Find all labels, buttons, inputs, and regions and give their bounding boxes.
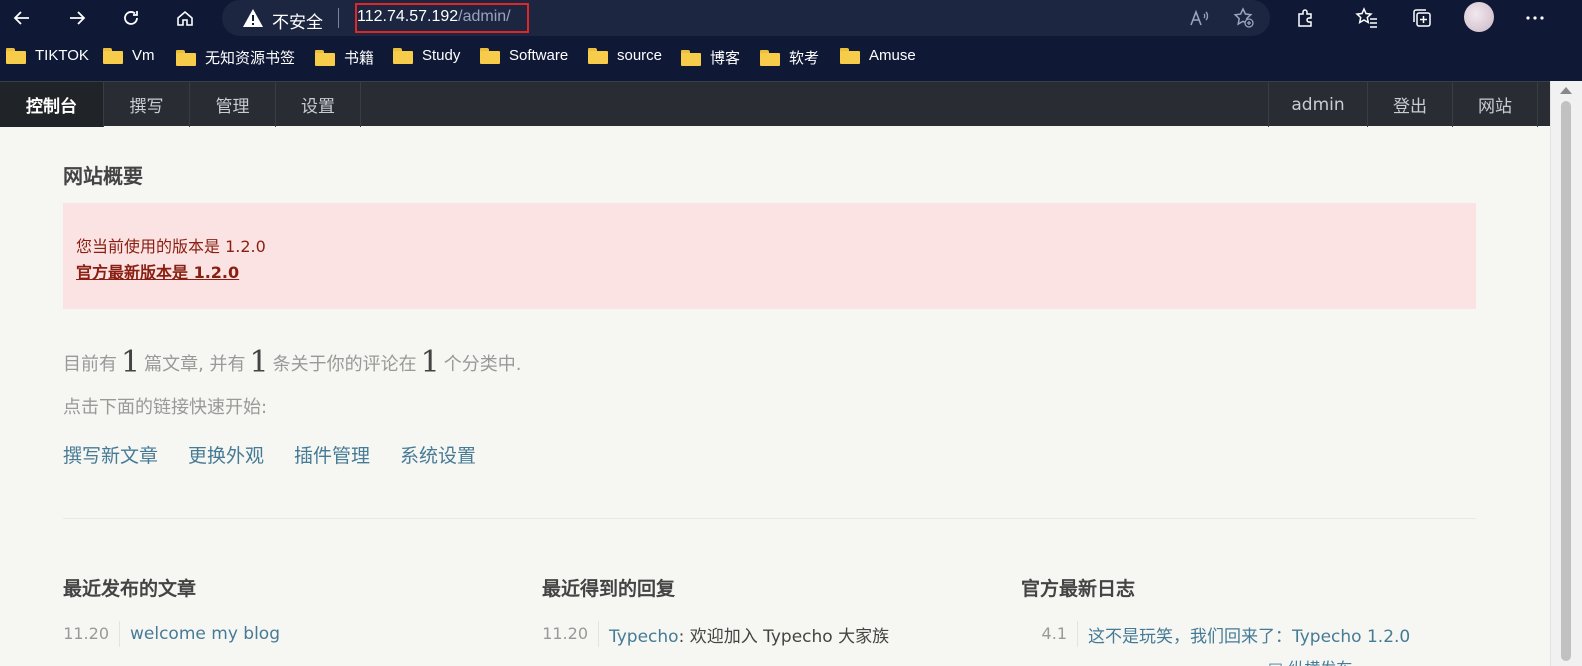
- folder-icon: [393, 47, 413, 64]
- folder-icon: [588, 47, 608, 64]
- reply-text[interactable]: : 欢迎加入 Typecho 大家族: [679, 627, 890, 647]
- post-link[interactable]: welcome my blog: [120, 624, 280, 644]
- bookmark-label: Vm: [132, 47, 155, 64]
- nav-write[interactable]: 撰写: [104, 82, 190, 127]
- latest-version-link[interactable]: 官方最新版本是 1.2.0: [76, 259, 239, 283]
- folder-icon: [6, 47, 26, 64]
- bookmark-label: 书籍: [344, 50, 375, 67]
- link-plugin-manage[interactable]: 插件管理: [294, 441, 370, 468]
- bookmark-label: 无知资源书签: [205, 50, 296, 67]
- current-version-text: 您当前使用的版本是 1.2.0: [76, 237, 266, 256]
- log-link[interactable]: 这不是玩笑，我们回来了：Typecho 1.2.0: [1078, 622, 1410, 647]
- quick-links: 撰写新文章 更换外观 插件管理 系统设置: [63, 441, 476, 468]
- site-stats: 目前有 1 篇文章, 并有 1 条关于你的评论在 1 个分类中.: [63, 345, 521, 380]
- scroll-up-arrow-icon[interactable]: [1560, 87, 1572, 94]
- categories-count: 1: [420, 345, 440, 380]
- bookmark-folder[interactable]: Software: [480, 47, 568, 64]
- folder-icon: [681, 49, 701, 66]
- bookmark-folder[interactable]: source: [588, 47, 662, 64]
- back-button[interactable]: [6, 2, 38, 34]
- comments-unit: 条关于你的评论在: [272, 354, 417, 375]
- comments-count: 1: [249, 345, 269, 380]
- profile-avatar[interactable]: [1464, 2, 1494, 32]
- add-favorite-icon[interactable]: [1232, 6, 1256, 30]
- quick-start-hint: 点击下面的链接快速开始:: [63, 397, 268, 418]
- folder-icon: [176, 49, 196, 66]
- folder-icon: [103, 47, 123, 64]
- bookmark-folder[interactable]: Amuse: [840, 47, 916, 64]
- admin-nav: 控制台 撰写 管理 设置 admin 登出 网站: [0, 81, 1550, 127]
- warning-icon[interactable]: [242, 7, 264, 29]
- nav-website[interactable]: 网站: [1452, 82, 1538, 127]
- folder-icon: [760, 49, 780, 66]
- refresh-icon: [124, 11, 138, 25]
- list-item: 4.1 这不是玩笑，我们回来了：Typecho 1.2.0: [1021, 621, 1410, 647]
- bookmark-label: TIKTOK: [35, 47, 89, 64]
- security-label[interactable]: 不安全: [272, 8, 323, 33]
- bookmark-folder[interactable]: 无知资源书签: [176, 47, 295, 68]
- bookmark-label: 博客: [710, 50, 741, 67]
- nav-settings[interactable]: 设置: [276, 82, 361, 127]
- bookmark-label: Study: [422, 47, 461, 64]
- link-change-theme[interactable]: 更换外观: [188, 441, 264, 468]
- forward-button[interactable]: [61, 2, 93, 34]
- browser-chrome: 不安全 112.74.57.192/admin/ TIKTOK Vm 无知资源书…: [0, 0, 1582, 81]
- page-scrollbar[interactable]: [1550, 81, 1582, 666]
- home-icon: [177, 10, 193, 26]
- forward-arrow-icon: [70, 11, 86, 25]
- bookmark-folder[interactable]: 软考: [760, 47, 819, 68]
- bookmark-label: Software: [509, 47, 569, 64]
- folder-icon: [315, 49, 335, 66]
- bookmark-folder[interactable]: 博客: [681, 47, 740, 68]
- refresh-button[interactable]: [115, 2, 147, 34]
- link-system-settings[interactable]: 系统设置: [400, 441, 476, 468]
- official-log-title: 官方最新日志: [1021, 578, 1136, 600]
- stats-prefix: 目前有: [63, 354, 117, 375]
- bookmark-folder[interactable]: Vm: [103, 47, 155, 64]
- folder-icon: [480, 47, 500, 64]
- list-item: 11.20 Typecho: 欢迎加入 Typecho 大家族: [542, 621, 889, 647]
- scroll-thumb[interactable]: [1561, 101, 1571, 661]
- bookmarks-bar: TIKTOK Vm 无知资源书签 书籍 Study Software sourc…: [0, 44, 1582, 72]
- collections-icon[interactable]: [1410, 6, 1434, 30]
- recent-replies-title: 最近得到的回复: [542, 578, 676, 600]
- reply-item: Typecho: 欢迎加入 Typecho 大家族: [599, 622, 889, 647]
- section-divider: [63, 518, 1476, 519]
- log-link-partial[interactable]: □ 纵横发布: [1268, 655, 1352, 666]
- address-separator: [338, 8, 339, 28]
- link-write-post[interactable]: 撰写新文章: [63, 441, 158, 468]
- categories-unit: 个分类中.: [443, 354, 522, 375]
- posts-unit: 篇文章, 并有: [144, 354, 246, 375]
- url-host: 112.74.57.192: [357, 8, 459, 25]
- url-text[interactable]: 112.74.57.192/admin/: [357, 8, 511, 26]
- bookmark-folder[interactable]: Study: [393, 47, 460, 64]
- version-alert: 您当前使用的版本是 1.2.0 官方最新版本是 1.2.0: [63, 203, 1476, 309]
- url-path: /admin/: [458, 8, 511, 25]
- back-arrow-icon: [13, 11, 29, 25]
- bookmark-label: source: [617, 47, 663, 64]
- folder-icon: [840, 47, 860, 64]
- nav-dashboard[interactable]: 控制台: [0, 82, 104, 127]
- reply-author-link[interactable]: Typecho: [609, 627, 679, 647]
- recent-posts-title: 最近发布的文章: [63, 578, 197, 600]
- favorites-icon[interactable]: [1355, 6, 1379, 30]
- item-date: 11.20: [63, 621, 120, 647]
- bookmark-folder[interactable]: 书籍: [315, 47, 374, 68]
- nav-user-admin[interactable]: admin: [1268, 82, 1367, 127]
- more-options-icon[interactable]: [1523, 6, 1547, 30]
- extensions-icon[interactable]: [1294, 6, 1318, 30]
- posts-count: 1: [121, 345, 141, 380]
- bookmark-label: Amuse: [869, 47, 916, 64]
- nav-manage[interactable]: 管理: [190, 82, 276, 127]
- nav-logout[interactable]: 登出: [1367, 82, 1452, 127]
- home-button[interactable]: [169, 2, 201, 34]
- item-date: 4.1: [1021, 621, 1078, 647]
- browser-toolbar: 不安全 112.74.57.192/admin/: [0, 0, 1582, 36]
- bookmark-label: 软考: [789, 50, 820, 67]
- page-title: 网站概要: [63, 164, 143, 188]
- read-aloud-icon[interactable]: [1187, 6, 1211, 30]
- item-date: 11.20: [542, 621, 599, 647]
- list-item: 11.20 welcome my blog: [63, 621, 280, 647]
- bookmark-folder[interactable]: TIKTOK: [6, 47, 89, 64]
